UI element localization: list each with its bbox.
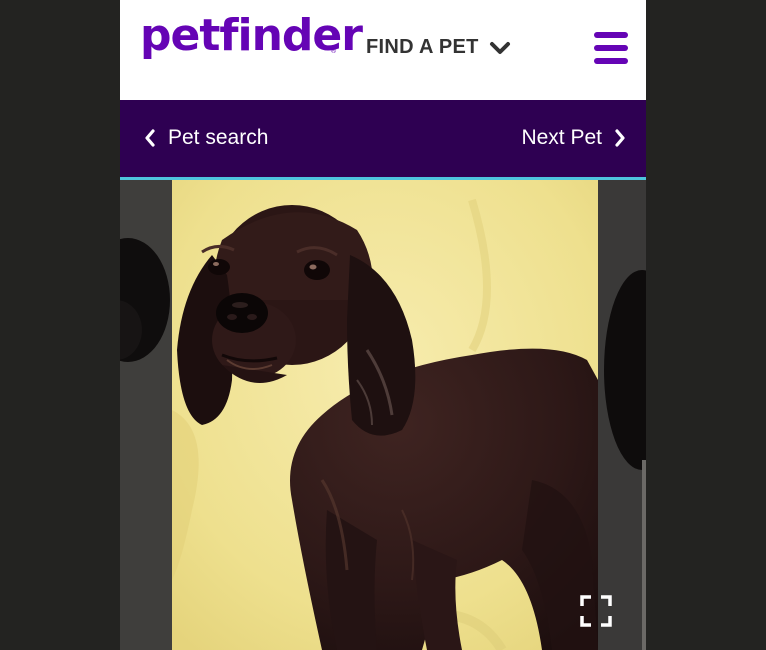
- pet-navigation-bar: Pet search Next Pet: [120, 100, 646, 180]
- pet-search-link[interactable]: Pet search: [144, 126, 268, 150]
- site-header: petfinder ® FIND A PET: [120, 0, 646, 100]
- petfinder-mobile-page: petfinder ® FIND A PET Pet search Next P…: [120, 0, 646, 650]
- chevron-right-icon: [615, 129, 625, 147]
- previous-photo-peek[interactable]: [120, 180, 172, 650]
- chevron-left-icon: [145, 129, 155, 147]
- registered-mark: ®: [331, 48, 337, 55]
- next-pet-label: Next Pet: [521, 126, 602, 149]
- fullscreen-icon[interactable]: [580, 595, 612, 627]
- next-pet-link[interactable]: Next Pet: [521, 126, 626, 150]
- next-photo-peek[interactable]: [598, 180, 646, 650]
- pet-search-label: Pet search: [168, 126, 269, 149]
- find-a-pet-label: FIND A PET: [366, 36, 479, 58]
- hamburger-menu-icon[interactable]: [594, 30, 628, 66]
- find-a-pet-dropdown[interactable]: FIND A PET: [366, 36, 511, 59]
- pet-photo-carousel[interactable]: [120, 180, 646, 650]
- pet-photo[interactable]: [172, 180, 598, 650]
- chevron-down-icon: [489, 41, 510, 54]
- petfinder-logo[interactable]: petfinder: [140, 10, 363, 61]
